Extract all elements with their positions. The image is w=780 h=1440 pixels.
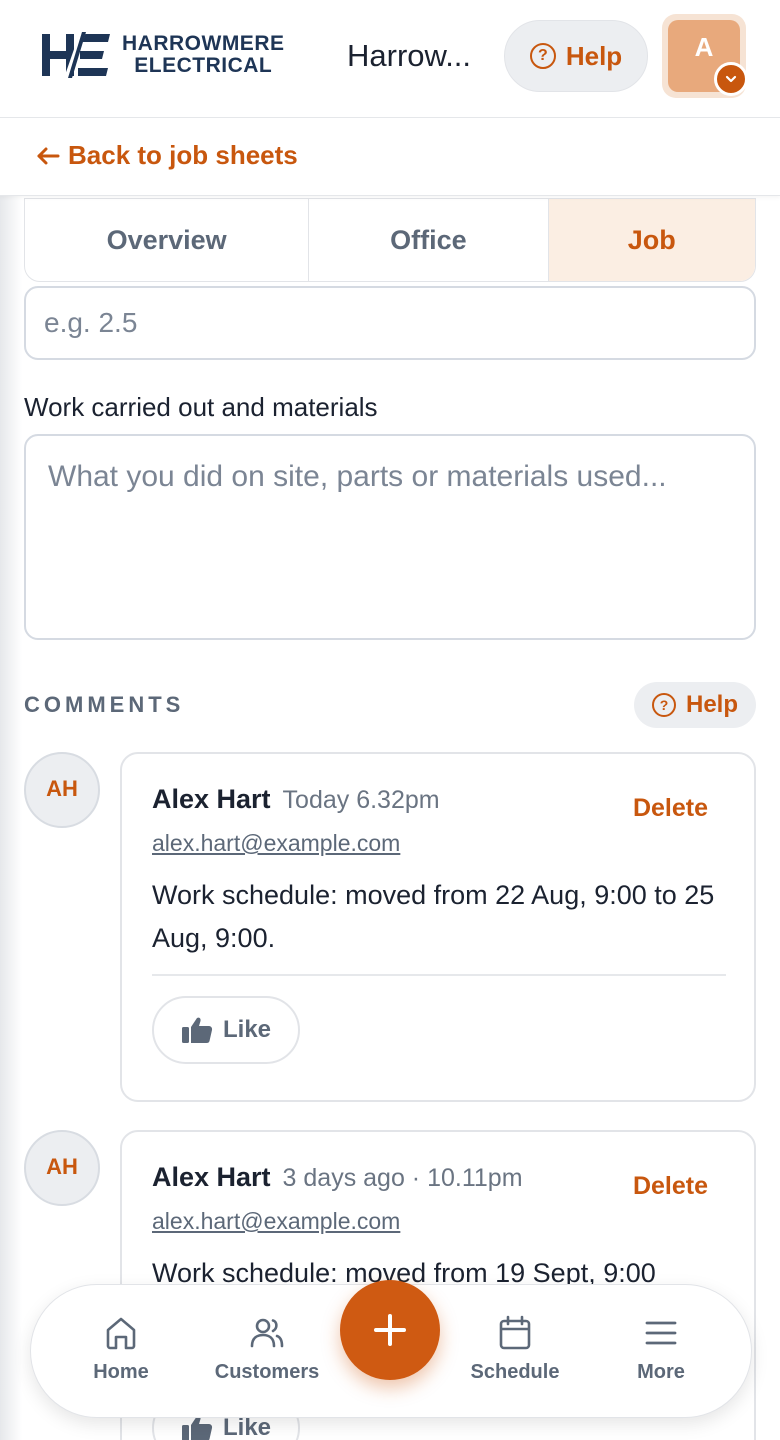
comment-text: Work schedule: moved from 22 Aug, 9:00 t… (152, 880, 715, 953)
back-link-label: Back to job sheets (68, 140, 298, 170)
comment-author-row: Alex Hart Today 6.32pm (152, 784, 440, 815)
plus-icon (374, 1314, 406, 1346)
add-new-button[interactable] (340, 1280, 440, 1380)
question-circle-icon: ? (529, 43, 556, 69)
menu-icon (645, 1321, 677, 1345)
users-icon (250, 1318, 284, 1348)
back-to-job-sheets-link[interactable]: Back to job sheets (36, 140, 298, 171)
calendar-icon (499, 1315, 531, 1350)
nav-customers-label: Customers (214, 1361, 320, 1383)
section-tabs: Overview Office Job (24, 198, 756, 282)
nav-schedule[interactable]: Schedule (445, 1313, 585, 1384)
comment-author: Alex Hart (152, 1162, 271, 1192)
comments-heading: COMMENTS (24, 692, 185, 717)
tab-overview[interactable]: Overview (25, 199, 310, 281)
brand-wordmark: HARROWMERE ELECTRICAL (122, 33, 285, 77)
nav-schedule-label: Schedule (470, 1361, 560, 1383)
nav-more[interactable]: More (591, 1313, 731, 1384)
comment-author-row: Alex Hart 3 days ago · 10.11pm (152, 1162, 523, 1193)
comment-time: 3 days ago · 10.11pm (282, 1164, 523, 1192)
delete-comment-button[interactable]: Delete (633, 794, 708, 823)
comments-help-button[interactable]: ? Help (634, 682, 756, 728)
company-name[interactable]: Harrow... (347, 38, 487, 74)
comment-author: Alex Hart (152, 784, 271, 814)
nav-customers[interactable]: Customers (197, 1313, 337, 1384)
like-label: Like (222, 1016, 272, 1043)
header-help-label: Help (565, 40, 623, 71)
home-icon (106, 1317, 136, 1350)
work-carried-out-textarea[interactable]: What you did on site, parts or materials… (24, 434, 756, 640)
tab-job[interactable]: Job (548, 199, 755, 281)
nav-more-label: More (637, 1361, 685, 1383)
comment-card: Alex Hart Today 6.32pm Delete alex.hart@e… (120, 752, 756, 1102)
question-circle-icon: ? (651, 693, 676, 717)
brand-logo-icon (42, 32, 110, 78)
work-carried-out-label: Work carried out and materials (24, 392, 378, 422)
like-button[interactable]: Like (152, 996, 300, 1064)
hours-input[interactable]: e.g. 2.5 (24, 286, 756, 360)
nav-home-label: Home (93, 1361, 149, 1383)
divider (152, 974, 726, 976)
arrow-left-icon (37, 147, 60, 164)
comment-email-link[interactable]: alex.hart@example.com (152, 830, 400, 857)
nav-home[interactable]: Home (51, 1313, 191, 1384)
tab-office[interactable]: Office (309, 199, 549, 281)
edge-shadow (0, 0, 22, 1440)
brand-line2: ELECTRICAL (134, 54, 273, 77)
header-help-button[interactable]: ? Help (504, 20, 648, 92)
comment-email-link[interactable]: alex.hart@example.com (152, 1208, 400, 1235)
app-header: HARROWMERE ELECTRICAL Harrow... ? Help A (0, 0, 780, 118)
chevron-down-icon (714, 62, 748, 96)
comment-avatar: AH (24, 752, 100, 828)
account-menu-button[interactable]: A (662, 14, 748, 98)
brand-logo[interactable]: HARROWMERE ELECTRICAL (40, 32, 285, 78)
comments-help-label: Help (685, 691, 738, 718)
brand-line1: HARROWMERE (122, 32, 285, 55)
thumbs-up-icon (181, 1017, 213, 1043)
delete-comment-button[interactable]: Delete (633, 1172, 708, 1201)
comment-time: Today 6.32pm (282, 786, 440, 814)
back-bar: Back to job sheets (0, 118, 780, 196)
comment-avatar: AH (24, 1130, 100, 1206)
